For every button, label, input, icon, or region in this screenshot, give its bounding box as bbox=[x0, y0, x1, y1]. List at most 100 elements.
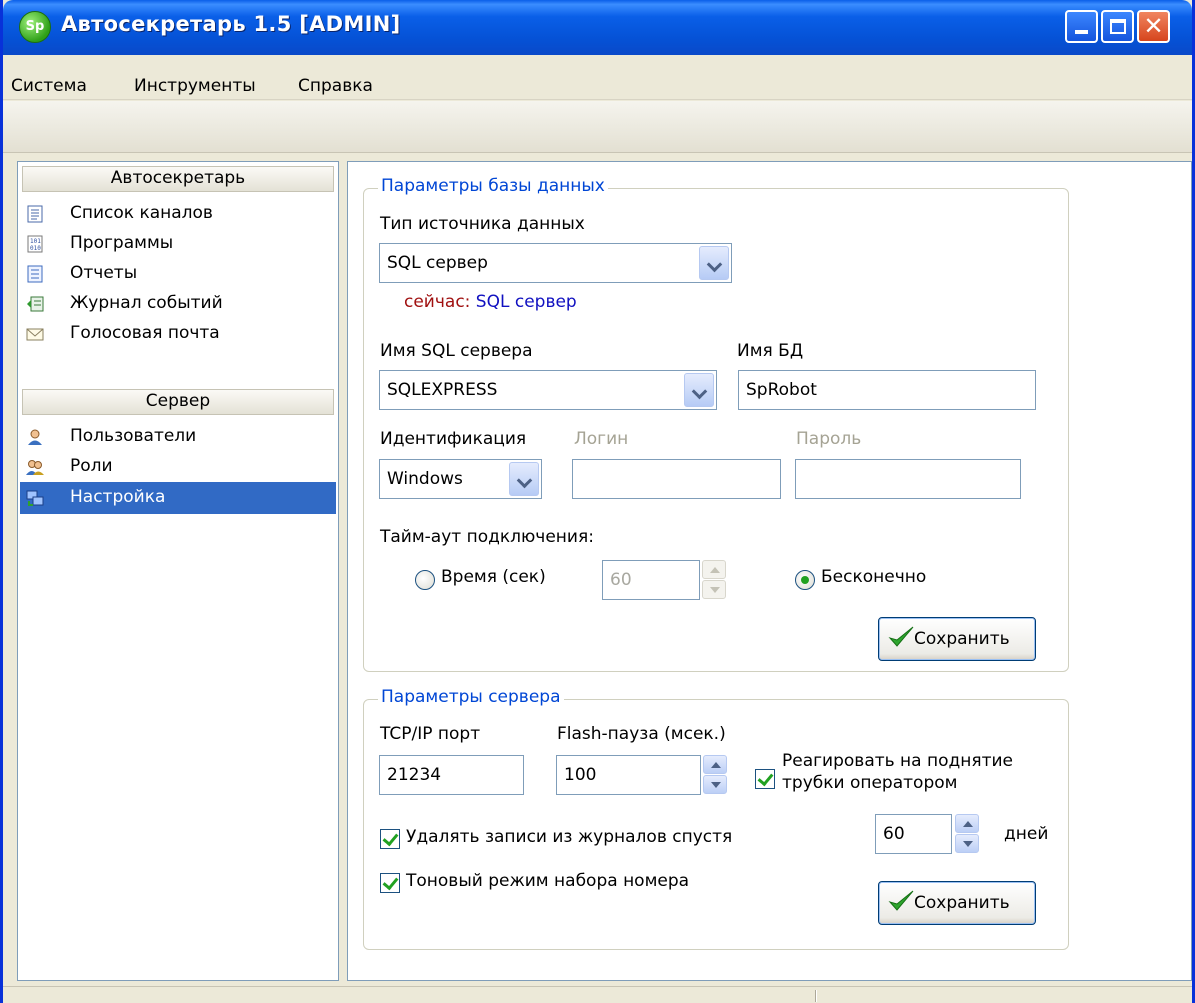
spin-down-icon[interactable] bbox=[702, 580, 726, 599]
tone-dial-checkbox[interactable] bbox=[380, 873, 400, 893]
toolbar bbox=[3, 101, 1192, 153]
auth-value: Windows bbox=[387, 469, 463, 489]
menu-bar: Система Инструменты Справка bbox=[3, 55, 1192, 100]
nav-item-label: Пользователи bbox=[70, 426, 197, 446]
source-type-dropdown[interactable]: SQL сервер bbox=[379, 243, 732, 283]
db-params-group: Параметры базы данных Тип источника данн… bbox=[363, 176, 1069, 672]
db-name-field[interactable]: SpRobot bbox=[738, 370, 1036, 410]
nav-section-header-autosecretary[interactable]: Автосекретарь bbox=[22, 166, 334, 192]
login-label: Логин bbox=[574, 429, 629, 449]
list-icon bbox=[27, 205, 43, 223]
nav-item-programs[interactable]: 101 010 Программы bbox=[20, 228, 336, 258]
title-bar[interactable]: Sp Автосекретарь 1.5 [ADMIN] ✕ bbox=[3, 0, 1192, 55]
settings-pane: Параметры базы данных Тип источника данн… bbox=[347, 161, 1192, 981]
db-params-group-title: Параметры базы данных bbox=[378, 176, 608, 196]
menu-help[interactable]: Справка bbox=[298, 76, 373, 96]
login-field[interactable] bbox=[572, 459, 781, 499]
password-field[interactable] bbox=[795, 459, 1021, 499]
menu-tools[interactable]: Инструменты bbox=[134, 76, 256, 96]
tcp-port-field[interactable]: 21234 bbox=[379, 755, 524, 795]
chevron-down-icon[interactable] bbox=[509, 462, 539, 496]
delete-logs-days-spinner[interactable] bbox=[955, 814, 981, 854]
tone-dial-label[interactable]: Тоновый режим набора номера bbox=[406, 871, 689, 891]
nav-item-users[interactable]: Пользователи bbox=[20, 421, 336, 451]
network-settings-icon bbox=[26, 490, 44, 506]
current-source-indicator: сейчас: SQL сервер bbox=[404, 292, 577, 312]
server-params-group-title: Параметры сервера bbox=[378, 687, 564, 707]
db-name-label: Имя БД bbox=[737, 341, 804, 361]
save-db-label: Сохранить bbox=[914, 629, 1010, 649]
status-separator bbox=[815, 990, 817, 1002]
close-button[interactable]: ✕ bbox=[1137, 10, 1170, 43]
maximize-icon bbox=[1110, 19, 1126, 34]
binary-file-icon: 101 010 bbox=[27, 235, 43, 253]
timeout-spinner[interactable] bbox=[702, 560, 728, 600]
spin-down-icon[interactable] bbox=[703, 775, 727, 794]
sql-server-value: SQLEXPRESS bbox=[387, 380, 498, 400]
minimize-button[interactable] bbox=[1065, 10, 1098, 43]
auth-dropdown[interactable]: Windows bbox=[379, 459, 542, 499]
tcp-port-label: TCP/IP порт bbox=[380, 724, 481, 744]
envelope-icon bbox=[26, 328, 44, 341]
days-label: дней bbox=[1004, 824, 1049, 844]
server-params-group: Параметры сервера TCP/IP порт 21234 Flas… bbox=[363, 687, 1069, 950]
chevron-down-icon[interactable] bbox=[684, 373, 714, 407]
menu-system[interactable]: Система bbox=[11, 76, 87, 96]
status-bar bbox=[3, 986, 1192, 1003]
infinite-radio[interactable] bbox=[795, 570, 815, 590]
svg-text:101: 101 bbox=[30, 238, 41, 245]
delete-logs-checkbox[interactable] bbox=[380, 829, 400, 849]
password-label: Пароль bbox=[796, 429, 862, 449]
nav-item-reports[interactable]: Отчеты bbox=[20, 258, 336, 288]
nav-item-settings[interactable]: Настройка bbox=[20, 482, 336, 514]
nav-item-voicemail[interactable]: Голосовая почта bbox=[20, 318, 336, 348]
source-type-value: SQL сервер bbox=[387, 253, 488, 273]
nav-item-label: Список каналов bbox=[70, 203, 213, 223]
users-group-icon bbox=[26, 460, 44, 475]
spin-up-icon[interactable] bbox=[955, 814, 979, 833]
nav-item-label: Голосовая почта bbox=[70, 323, 220, 343]
save-db-button[interactable]: Сохранить bbox=[878, 617, 1036, 661]
save-server-button[interactable]: Сохранить bbox=[878, 881, 1036, 925]
timeout-label: Тайм-аут подключения: bbox=[380, 527, 594, 547]
flash-pause-field[interactable]: 100 bbox=[556, 755, 701, 795]
navigation-pane: Автосекретарь Список каналов 101 010 Про… bbox=[17, 161, 339, 981]
spin-down-icon[interactable] bbox=[955, 834, 979, 853]
flash-pause-label: Flash-пауза (мсек.) bbox=[557, 724, 726, 744]
user-icon bbox=[28, 429, 42, 445]
nav-item-label: Отчеты bbox=[70, 263, 138, 283]
nav-item-roles[interactable]: Роли bbox=[20, 451, 336, 481]
report-icon bbox=[27, 265, 43, 283]
nav-section-header-server[interactable]: Сервер bbox=[22, 389, 334, 415]
current-prefix: сейчас: bbox=[404, 292, 471, 312]
minimize-icon bbox=[1075, 30, 1088, 34]
sql-server-label: Имя SQL сервера bbox=[380, 341, 533, 361]
react-offhook-checkbox[interactable] bbox=[755, 769, 775, 789]
react-offhook-label-line2: трубки оператором bbox=[782, 773, 958, 793]
time-radio-label[interactable]: Время (сек) bbox=[441, 567, 546, 587]
event-log-icon bbox=[27, 296, 44, 312]
delete-logs-label[interactable]: Удалять записи из журналов спустя bbox=[406, 827, 732, 847]
checkmark-icon bbox=[888, 890, 914, 911]
react-offhook-label[interactable]: Реагировать на поднятие трубки операторо… bbox=[782, 750, 1013, 794]
time-radio[interactable] bbox=[415, 570, 435, 590]
infinite-radio-label[interactable]: Бесконечно bbox=[821, 567, 926, 587]
nav-item-channels[interactable]: Список каналов bbox=[20, 198, 336, 228]
spin-up-icon[interactable] bbox=[702, 560, 726, 579]
checkmark-icon bbox=[888, 626, 914, 647]
nav-item-label: Программы bbox=[70, 233, 174, 253]
window-title: Автосекретарь 1.5 [ADMIN] bbox=[61, 12, 401, 36]
maximize-button[interactable] bbox=[1101, 10, 1134, 43]
app-window: Sp Автосекретарь 1.5 [ADMIN] ✕ Система И… bbox=[0, 0, 1195, 1003]
sql-server-dropdown[interactable]: SQLEXPRESS bbox=[379, 370, 717, 410]
timeout-seconds-field[interactable]: 60 bbox=[602, 560, 700, 600]
nav-item-event-log[interactable]: Журнал событий bbox=[20, 288, 336, 318]
flash-pause-spinner[interactable] bbox=[703, 755, 729, 795]
chevron-down-icon[interactable] bbox=[699, 246, 729, 280]
nav-item-label: Журнал событий bbox=[70, 293, 223, 313]
close-icon: ✕ bbox=[1143, 12, 1164, 40]
nav-item-label: Настройка bbox=[70, 487, 166, 507]
spin-up-icon[interactable] bbox=[703, 755, 727, 774]
delete-logs-days-field[interactable]: 60 bbox=[875, 814, 952, 854]
source-type-label: Тип источника данных bbox=[380, 214, 585, 234]
